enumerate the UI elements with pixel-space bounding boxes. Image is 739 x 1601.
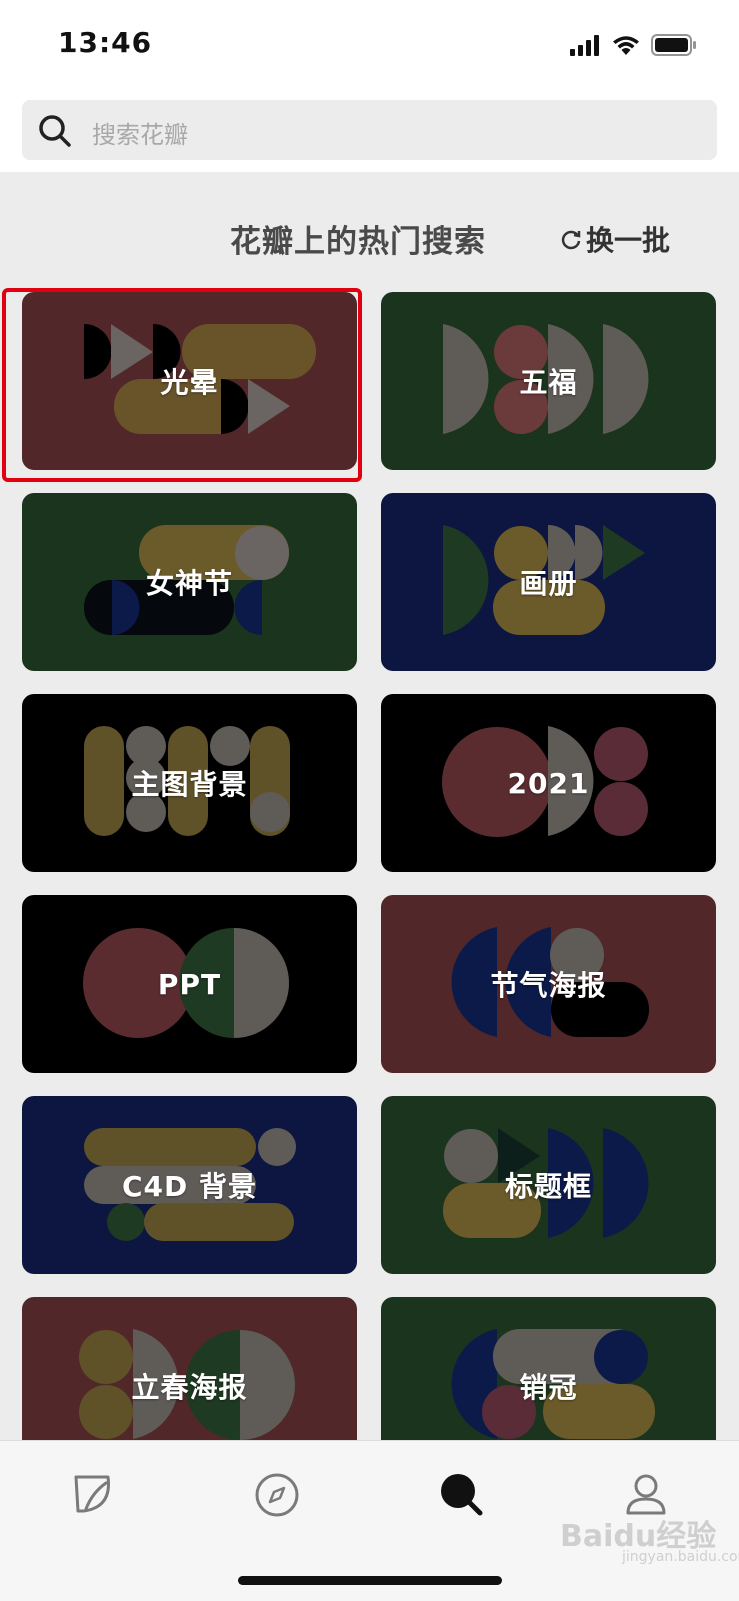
- search-icon: [39, 115, 71, 147]
- hot-search-tile[interactable]: PPT: [22, 895, 357, 1073]
- hot-search-tile[interactable]: 画册: [381, 493, 716, 671]
- tile-label: 立春海报: [131, 1371, 248, 1404]
- tile-label: 女神节: [145, 567, 233, 600]
- tile-label: 画册: [519, 567, 578, 600]
- tile-label: 主图背景: [131, 768, 248, 801]
- refresh-icon: [561, 230, 581, 250]
- hot-search-tile[interactable]: 2021: [381, 694, 716, 872]
- search-bar-container: 搜索花瓣: [0, 94, 739, 172]
- tile-label: PPT: [157, 967, 222, 1001]
- refresh-button[interactable]: 换一批: [560, 219, 670, 259]
- status-icons: [569, 34, 697, 56]
- signal-icon: [570, 35, 599, 56]
- tile-label: 销冠: [519, 1371, 578, 1404]
- search-input[interactable]: 搜索花瓣: [22, 100, 717, 160]
- tab-home[interactable]: [70, 1471, 120, 1521]
- hot-search-tile[interactable]: 五福: [381, 292, 716, 470]
- search-icon: [441, 1474, 483, 1516]
- tile-label: 2021: [507, 766, 590, 800]
- hot-search-tile[interactable]: 节气海报: [381, 895, 716, 1073]
- tile-label: 节气海报: [490, 969, 607, 1002]
- tab-search[interactable]: [438, 1471, 488, 1521]
- tile-label: 五福: [519, 366, 578, 399]
- hot-search-tile[interactable]: 女神节: [22, 493, 357, 671]
- hot-search-tile[interactable]: 主图背景: [22, 694, 357, 872]
- hot-search-tile[interactable]: C4D 背景: [22, 1096, 357, 1274]
- section-title: 花瓣上的热门搜索: [230, 224, 486, 260]
- watermark-url: jingyan.baidu.com: [622, 1549, 739, 1565]
- search-placeholder: 搜索花瓣: [92, 121, 188, 149]
- hot-search-tile[interactable]: 销冠: [381, 1297, 716, 1440]
- status-bar: 13:46: [0, 0, 739, 94]
- hot-search-tile[interactable]: 立春海报: [22, 1297, 357, 1440]
- refresh-label: 换一批: [586, 224, 671, 257]
- hot-search-tile[interactable]: 标题框: [381, 1096, 716, 1274]
- tile-label: C4D 背景: [121, 1170, 258, 1203]
- highlight-box: [2, 288, 362, 482]
- wifi-icon: [613, 36, 639, 55]
- tab-discover[interactable]: [253, 1471, 303, 1521]
- tile-label: 标题框: [504, 1170, 592, 1203]
- battery-icon: [651, 34, 696, 56]
- home-indicator[interactable]: [238, 1576, 502, 1585]
- leaf-icon: [74, 1475, 110, 1513]
- status-time: 13:46: [58, 26, 153, 59]
- compass-icon: [255, 1473, 299, 1517]
